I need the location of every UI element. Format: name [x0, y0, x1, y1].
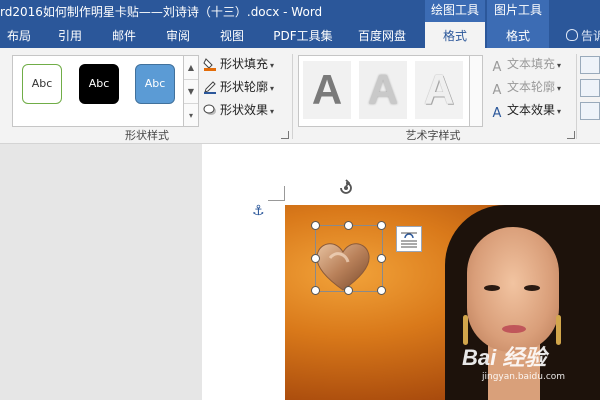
resize-handle-bottom-right[interactable] — [377, 286, 386, 295]
tab-pdf-tools[interactable]: PDF工具集 — [266, 22, 340, 48]
shape-styles-launcher-icon[interactable] — [281, 131, 289, 139]
wordart-style-gallery: A A A — [298, 55, 470, 127]
photo-eye — [524, 285, 540, 291]
chevron-down-icon: ▾ — [270, 61, 275, 70]
text-fill-label: 文本填充 — [507, 57, 556, 71]
resize-handle-bottom[interactable] — [344, 286, 353, 295]
ribbon: Abc Abc Abc ▲ ▼ ▾ 形状填充 ▾ 形状轮廓 ▾ 形状效果 ▾ 形状样式… — [0, 48, 600, 144]
tab-layout[interactable]: 布局 — [0, 22, 38, 48]
wordart-style-light[interactable]: A — [359, 61, 407, 119]
tab-view[interactable]: 视图 — [212, 22, 252, 48]
resize-handle-left[interactable] — [311, 254, 320, 263]
tab-baidu-netdisk[interactable]: 百度网盘 — [346, 22, 418, 48]
chevron-down-icon: ▾ — [557, 107, 562, 116]
selection-box — [315, 225, 383, 292]
chevron-down-icon: ▾ — [270, 84, 275, 93]
ribbon-tab-bar: 布局 引用 邮件 审阅 视图 PDF工具集 百度网盘 格式 格式 告诉 — [0, 22, 600, 48]
shape-effects-label: 形状效果 — [220, 103, 269, 117]
shape-effects-icon — [203, 104, 216, 115]
shape-style-gallery-scroller: ▲ ▼ ▾ — [183, 55, 199, 127]
text-effects-button[interactable]: A 文本效果 ▾ — [490, 100, 562, 121]
text-outline-button[interactable]: A 文本轮廓 ▾ — [490, 77, 562, 98]
group-divider — [576, 54, 577, 139]
photo-face — [467, 227, 559, 352]
rotate-handle-icon[interactable] — [337, 179, 355, 197]
text-fill-icon: A — [492, 60, 502, 75]
wordart-style-gray[interactable]: A — [303, 61, 351, 119]
gallery-more-button[interactable]: ▾ — [184, 104, 198, 127]
text-fill-button[interactable]: A 文本填充 ▾ — [490, 54, 562, 75]
shape-style-blue[interactable]: Abc — [135, 64, 175, 104]
shape-fill-button[interactable]: 形状填充 ▾ — [203, 54, 274, 74]
group-divider — [292, 54, 293, 139]
context-group-drawing-tools: 绘图工具 — [425, 0, 485, 22]
wordart-styles-group-label: 艺术字样式 — [405, 129, 461, 142]
tab-format-drawing[interactable]: 格式 — [425, 22, 485, 48]
tell-me-label: 告诉 — [581, 29, 600, 43]
resize-handle-bottom-left[interactable] — [311, 286, 320, 295]
window-title: rd2016如何制作明星卡贴——刘诗诗（十三）.docx - Word — [0, 5, 323, 19]
tab-format-picture[interactable]: 格式 — [487, 22, 549, 48]
context-group-picture-tools: 图片工具 — [487, 0, 549, 22]
resize-handle-right[interactable] — [377, 254, 386, 263]
pencil-icon — [204, 81, 216, 94]
chevron-down-icon: ▾ — [557, 84, 562, 93]
shape-effects-button[interactable]: 形状效果 ▾ — [203, 100, 274, 120]
shape-style-gallery: Abc Abc Abc — [12, 55, 184, 127]
align-text-icon[interactable] — [580, 79, 600, 97]
create-link-icon[interactable] — [580, 102, 600, 120]
shape-fill-label: 形状填充 — [220, 57, 269, 71]
wordart-gallery-scroller[interactable] — [469, 55, 483, 127]
tab-references[interactable]: 引用 — [50, 22, 90, 48]
photo-eye — [484, 285, 500, 291]
lightbulb-icon — [566, 29, 578, 41]
tab-review[interactable]: 审阅 — [158, 22, 198, 48]
chevron-down-icon: ▾ — [557, 61, 562, 70]
text-effects-label: 文本效果 — [507, 103, 556, 117]
layout-options-button[interactable] — [396, 226, 422, 252]
photo-lips — [502, 325, 526, 333]
shape-outline-button[interactable]: 形状轮廓 ▾ — [203, 77, 274, 97]
shape-outline-label: 形状轮廓 — [220, 80, 269, 94]
gallery-scroll-up-button[interactable]: ▲ — [184, 56, 198, 80]
text-outline-icon: A — [492, 83, 502, 98]
shape-style-black[interactable]: Abc — [79, 64, 119, 104]
anchor-icon[interactable]: ⚓ — [252, 203, 265, 219]
resize-handle-top[interactable] — [344, 221, 353, 230]
gallery-scroll-down-button[interactable]: ▼ — [184, 80, 198, 104]
wordart-style-outline[interactable]: A — [415, 61, 463, 119]
wordart-styles-launcher-icon[interactable] — [567, 131, 575, 139]
paint-bucket-icon — [203, 58, 216, 71]
layout-options-icon — [401, 232, 417, 248]
watermark-url: jingyan.baidu.com — [482, 372, 566, 382]
text-outline-label: 文本轮廓 — [507, 80, 556, 94]
tab-mailings[interactable]: 邮件 — [104, 22, 144, 48]
text-direction-icon[interactable] — [580, 56, 600, 74]
resize-handle-top-right[interactable] — [377, 221, 386, 230]
watermark-brand: Bai 经验 — [462, 345, 547, 370]
shape-styles-group-label: 形状样式 — [125, 129, 169, 142]
tell-me-box[interactable]: 告诉 — [566, 22, 600, 48]
baidu-jingyan-watermark: Bai 经验 jingyan.baidu.com — [462, 340, 597, 400]
margin-corner-marker — [268, 186, 285, 201]
shape-style-white-green[interactable]: Abc — [22, 64, 62, 104]
chevron-down-icon: ▾ — [270, 107, 275, 116]
text-effects-icon: A — [492, 106, 502, 121]
resize-handle-top-left[interactable] — [311, 221, 320, 230]
